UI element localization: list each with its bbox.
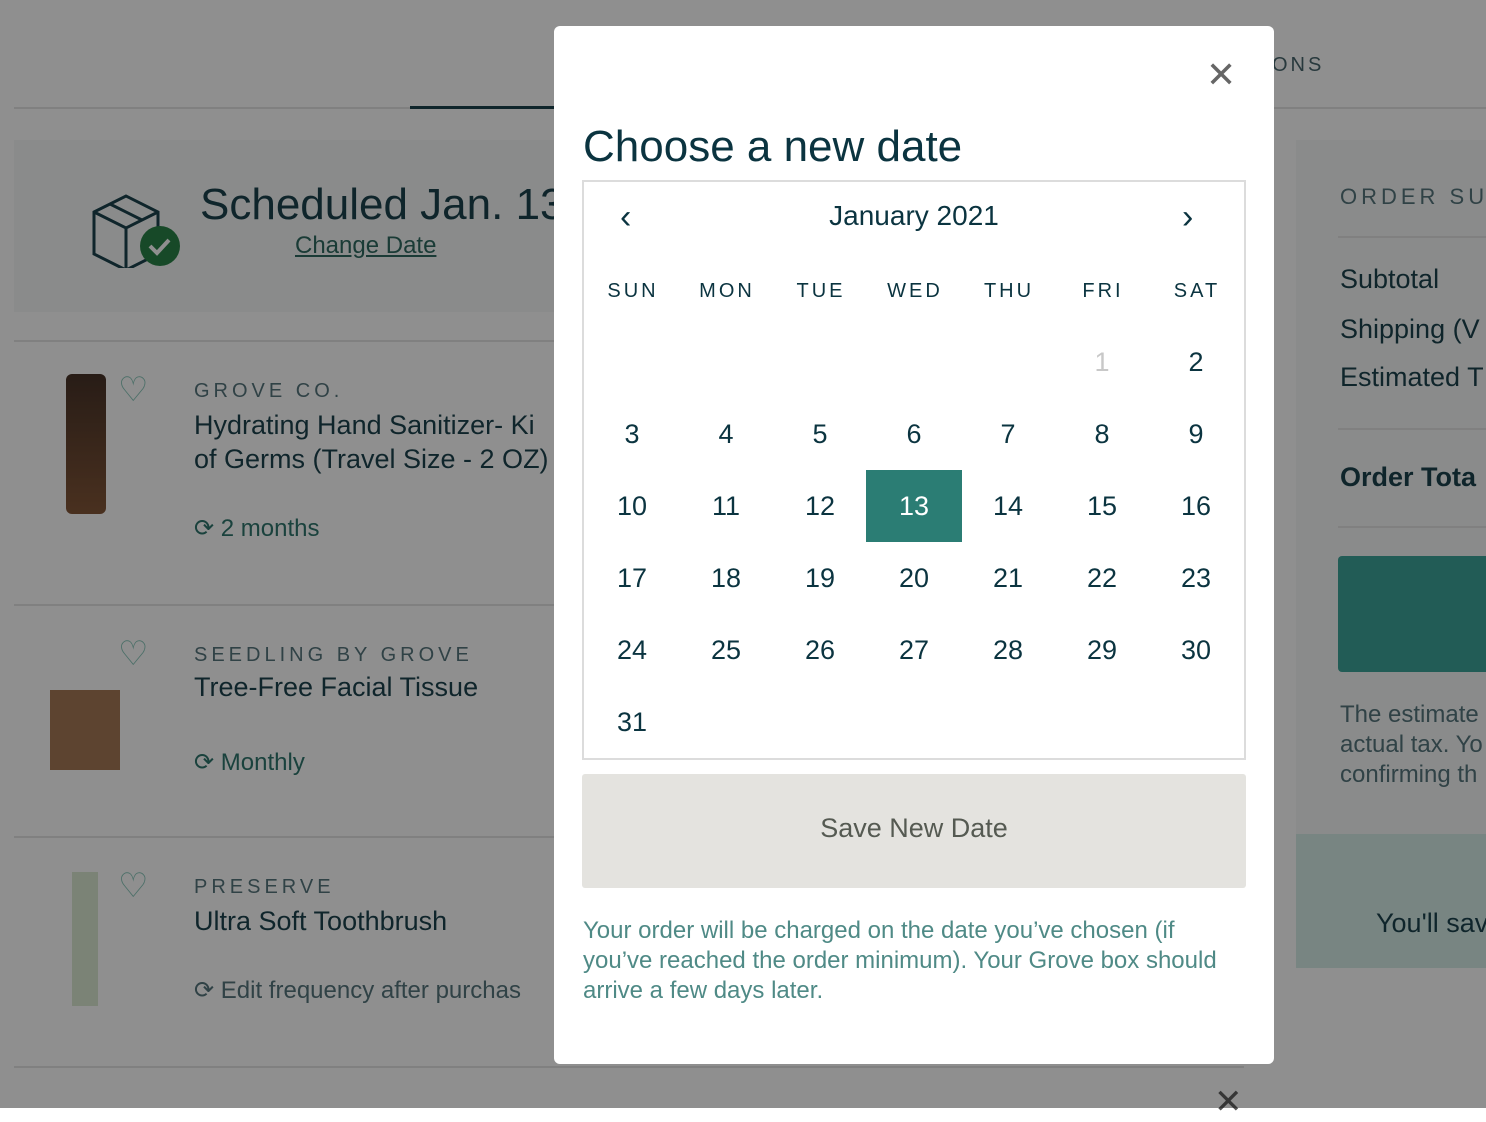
day-15[interactable]: 15: [1054, 470, 1150, 542]
day-6[interactable]: 6: [866, 398, 962, 470]
day-2[interactable]: 2: [1148, 326, 1244, 398]
day-1: 1: [1094, 347, 1110, 377]
day-19[interactable]: 19: [772, 542, 868, 614]
day-20[interactable]: 20: [866, 542, 962, 614]
day-11[interactable]: 11: [678, 470, 774, 542]
day-21[interactable]: 21: [960, 542, 1056, 614]
day-8[interactable]: 8: [1054, 398, 1150, 470]
day-7[interactable]: 7: [960, 398, 1056, 470]
day-13[interactable]: 13: [866, 470, 962, 542]
close-icon[interactable]: ✕: [1206, 54, 1236, 96]
day-14[interactable]: 14: [960, 470, 1056, 542]
day-12[interactable]: 12: [772, 470, 868, 542]
day-3[interactable]: 3: [584, 398, 680, 470]
weekday-mon: MON: [699, 280, 755, 302]
day-26[interactable]: 26: [772, 614, 868, 686]
day-30[interactable]: 30: [1148, 614, 1244, 686]
weekday-sun: SUN: [607, 280, 659, 302]
day-9[interactable]: 9: [1148, 398, 1244, 470]
day-10[interactable]: 10: [584, 470, 680, 542]
weekday-wed: WED: [887, 280, 943, 302]
modal-title: Choose a new date: [583, 122, 963, 171]
day-5[interactable]: 5: [772, 398, 868, 470]
day-25[interactable]: 25: [678, 614, 774, 686]
day-18[interactable]: 18: [678, 542, 774, 614]
day-16[interactable]: 16: [1148, 470, 1244, 542]
day-4[interactable]: 4: [678, 398, 774, 470]
weekday-fri: FRI: [1082, 280, 1124, 302]
day-28[interactable]: 28: [960, 614, 1056, 686]
date-picker-modal: ✕ Choose a new date ‹ January 2021 › SUN…: [554, 26, 1274, 1064]
month-label: January 2021: [829, 200, 999, 231]
weekday-tue: TUE: [796, 280, 846, 302]
day-24[interactable]: 24: [584, 614, 680, 686]
day-22[interactable]: 22: [1054, 542, 1150, 614]
weekday-sat: SAT: [1173, 280, 1221, 302]
save-new-date-button[interactable]: Save New Date: [582, 774, 1246, 888]
day-31[interactable]: 31: [584, 686, 680, 758]
calendar: ‹ January 2021 › SUN MON TUE WED THU FRI SAT 1 2…: [582, 180, 1246, 760]
weekday-thu: THU: [983, 280, 1035, 302]
charge-note: Your order will be charged on the date y…: [583, 917, 1217, 1004]
day-29[interactable]: 29: [1054, 614, 1150, 686]
day-23[interactable]: 23: [1148, 542, 1244, 614]
next-month-icon[interactable]: ›: [1182, 198, 1193, 237]
day-27[interactable]: 27: [866, 614, 962, 686]
day-17[interactable]: 17: [584, 542, 680, 614]
